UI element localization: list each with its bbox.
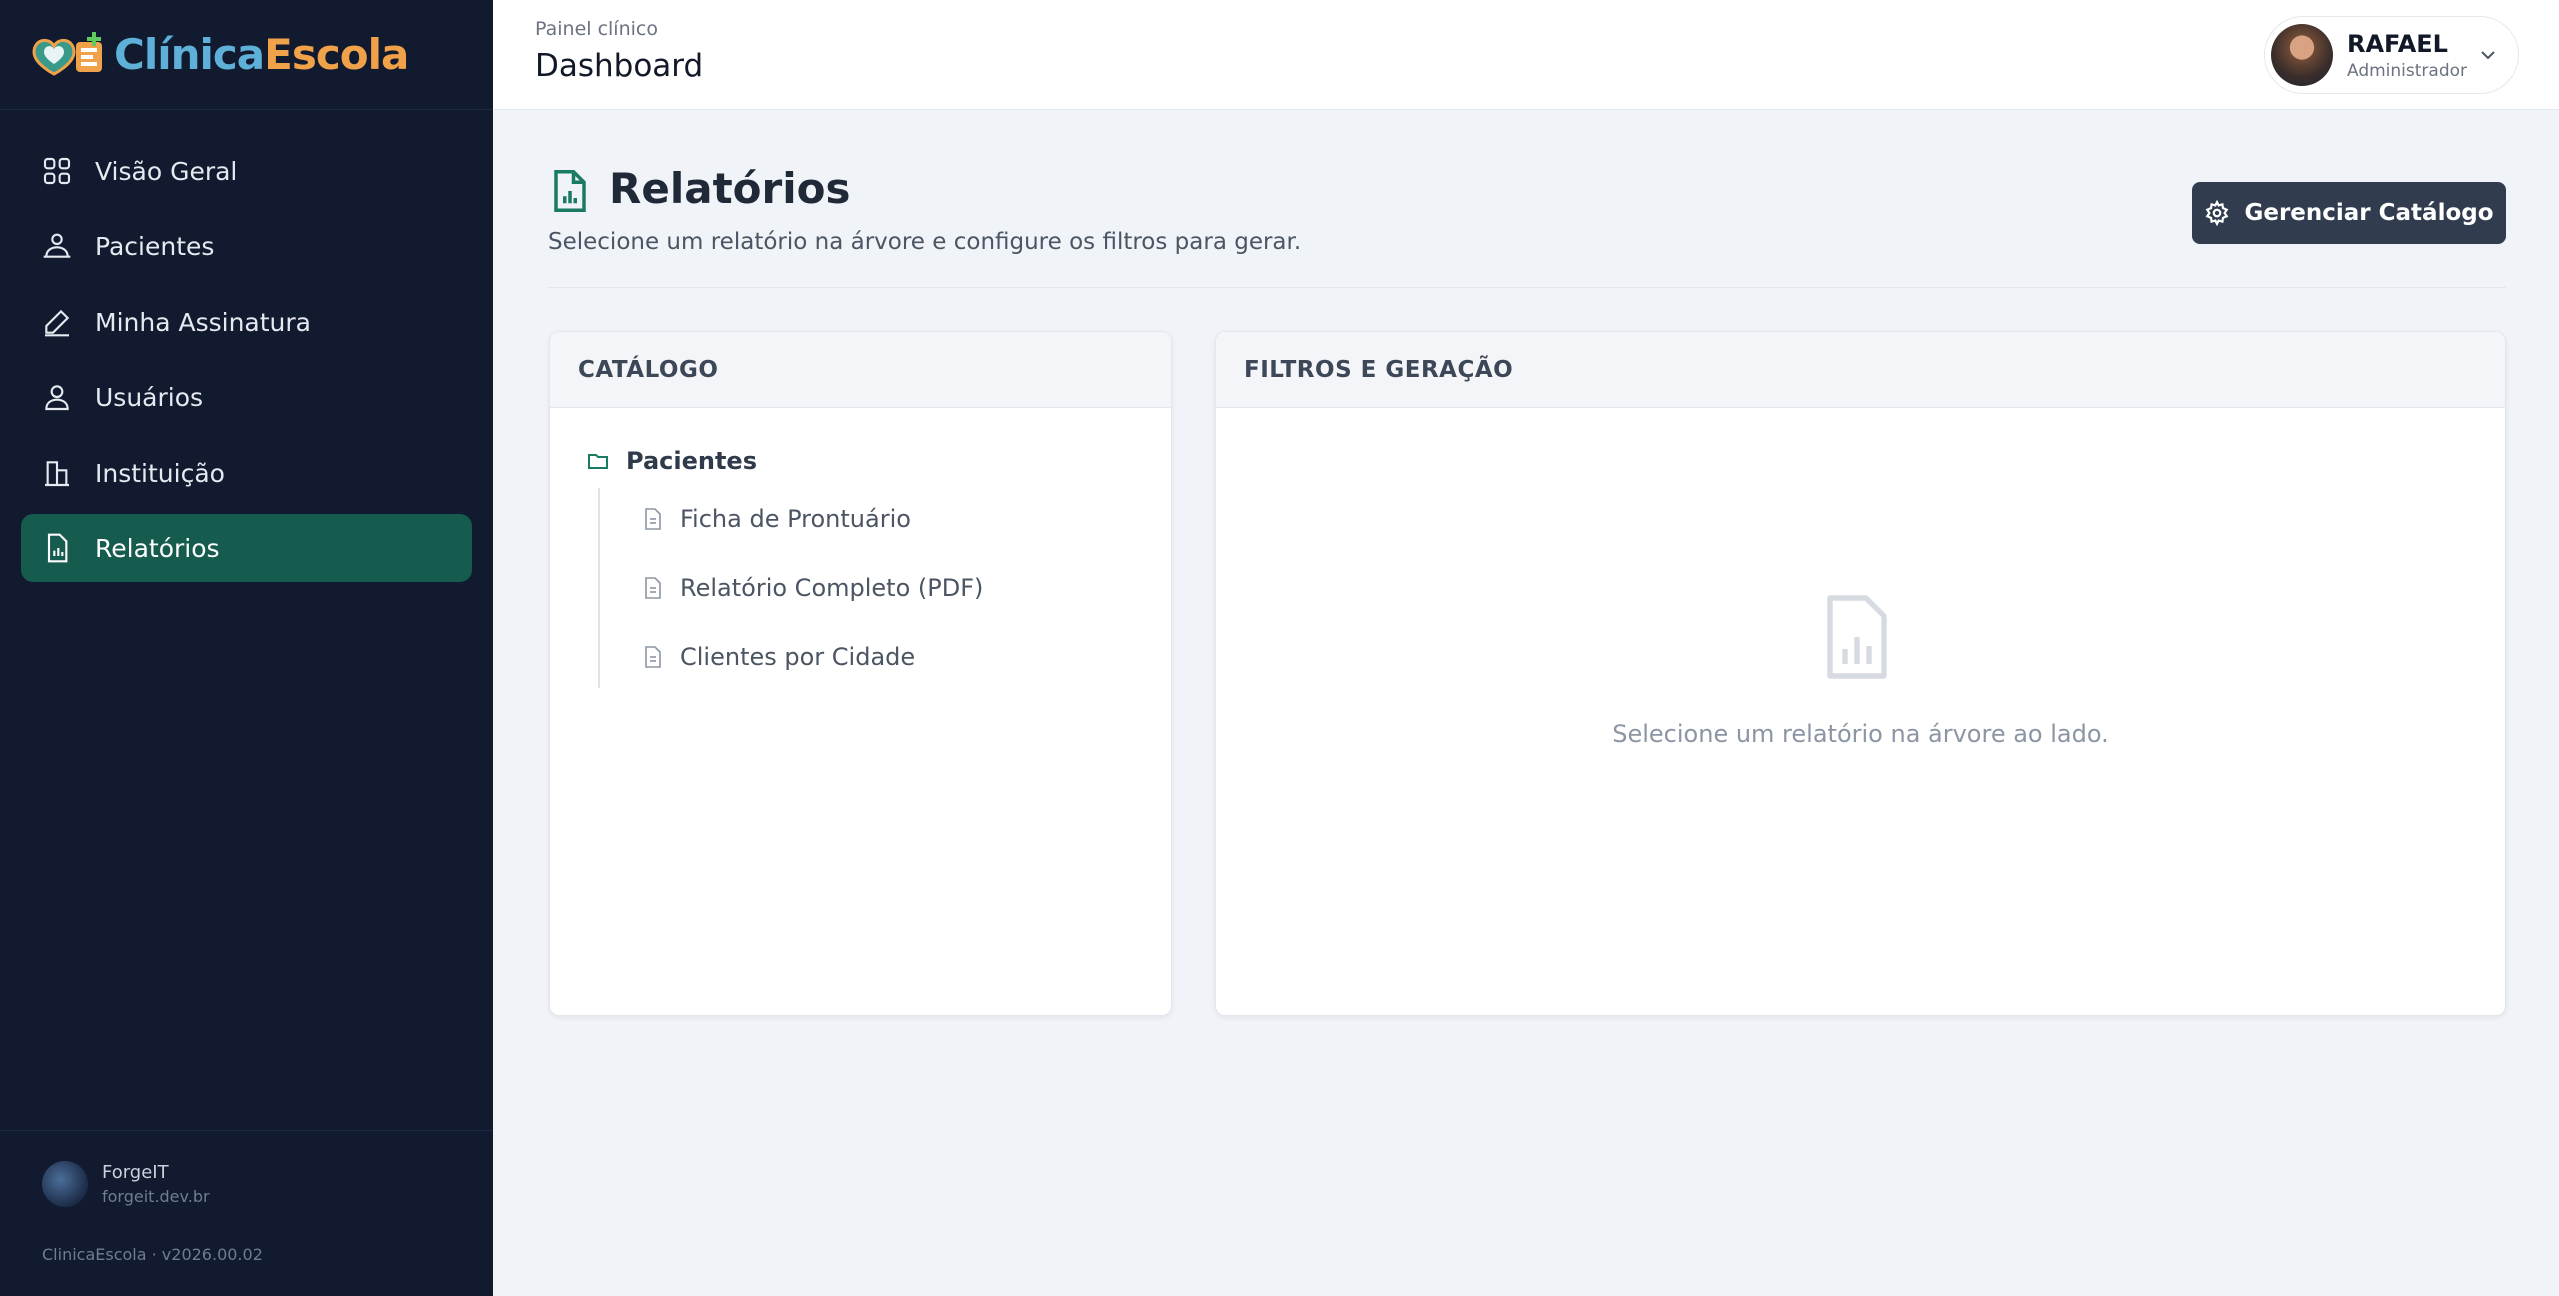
filters-panel: FILTROS E GERAÇÃO Selecione um relatório…: [1215, 331, 2506, 1016]
tree-folder-label: Pacientes: [626, 447, 757, 475]
tree-item-label: Clientes por Cidade: [680, 643, 916, 671]
sidebar-item-label: Visão Geral: [95, 156, 238, 186]
sidebar-item-label: Instituição: [95, 458, 225, 488]
building-icon: [45, 461, 69, 487]
sidebar-item-label: Minha Assinatura: [95, 307, 311, 337]
user-icon: [45, 385, 69, 411]
page-header-title: Dashboard: [535, 48, 704, 84]
brand-name: ClínicaEscola: [114, 30, 409, 79]
folder-icon: [588, 454, 608, 469]
topbar: Painel clínico Dashboard RAFAEL Administ…: [493, 0, 2559, 110]
forgeit-name: ForgeIT: [102, 1162, 169, 1183]
sidebar-item-instituicao[interactable]: Instituição: [21, 439, 472, 507]
user-name: RAFAEL: [2347, 29, 2448, 58]
report-icon: [554, 170, 586, 212]
grid-icon: [43, 157, 71, 185]
tree-guide-line: [598, 488, 600, 688]
sidebar-item-usuarios[interactable]: Usuários: [21, 363, 472, 431]
catalog-header: CATÁLOGO: [550, 332, 1171, 408]
logo-mark-icon: [30, 30, 108, 80]
tree-item-relatorio-completo[interactable]: Relatório Completo (PDF): [642, 574, 983, 602]
tree-folder-pacientes[interactable]: Pacientes: [586, 447, 757, 475]
sidebar-item-label: Pacientes: [95, 231, 215, 261]
sidebar: ClínicaEscola Visão Geral Pacientes Minh…: [0, 0, 493, 1296]
tree-item-ficha-prontuario[interactable]: Ficha de Prontuário: [642, 505, 911, 533]
manage-catalog-button[interactable]: Gerenciar Catálogo: [2192, 182, 2506, 244]
page-title: Relatórios: [609, 164, 851, 213]
user-role: Administrador: [2347, 60, 2468, 81]
avatar: [2271, 24, 2333, 86]
report-placeholder-icon: [1827, 595, 1887, 679]
forgeit-logo-icon: [42, 1161, 88, 1207]
document-icon: [645, 646, 661, 668]
pen-icon: [45, 309, 70, 337]
brand-logo[interactable]: ClínicaEscola: [0, 0, 493, 110]
tree-item-clientes-cidade[interactable]: Clientes por Cidade: [642, 643, 915, 671]
breadcrumb: Painel clínico: [535, 18, 658, 40]
user-menu[interactable]: RAFAEL Administrador: [2264, 16, 2519, 94]
sidebar-nav: Visão Geral Pacientes Minha Assinatura U…: [0, 110, 493, 582]
sidebar-item-minha-assinatura[interactable]: Minha Assinatura: [21, 288, 472, 356]
report-icon: [47, 533, 68, 563]
sidebar-item-label: Usuários: [95, 382, 204, 412]
sidebar-item-pacientes[interactable]: Pacientes: [21, 212, 472, 280]
gear-icon: [2206, 200, 2229, 226]
sidebar-item-visao-geral[interactable]: Visão Geral: [21, 137, 472, 205]
document-icon: [645, 577, 661, 599]
filters-header: FILTROS E GERAÇÃO: [1216, 332, 2505, 408]
forgeit-url: forgeit.dev.br: [102, 1187, 210, 1206]
app-version: ClinicaEscola · v2026.00.02: [42, 1245, 263, 1264]
empty-state-text: Selecione um relatório na árvore ao lado…: [1612, 720, 2109, 748]
brand-name-part2: Escola: [264, 30, 409, 79]
document-icon: [645, 508, 661, 530]
patients-icon: [43, 233, 71, 258]
sidebar-item-relatorios[interactable]: Relatórios: [21, 514, 472, 582]
sidebar-footer: ForgeIT forgeit.dev.br ClinicaEscola · v…: [0, 1130, 493, 1264]
tree-item-label: Relatório Completo (PDF): [680, 574, 984, 602]
catalog-panel: CATÁLOGO Pacientes Ficha de Prontuário R…: [549, 331, 1172, 1016]
forgeit-link[interactable]: ForgeIT forgeit.dev.br: [42, 1161, 210, 1207]
brand-name-part1: Clínica: [114, 30, 265, 79]
tree-item-label: Ficha de Prontuário: [680, 505, 911, 533]
manage-catalog-label: Gerenciar Catálogo: [2244, 200, 2494, 226]
sidebar-item-label: Relatórios: [95, 533, 220, 563]
divider: [548, 287, 2506, 288]
chevron-down-icon: [2481, 51, 2495, 60]
page-subtitle: Selecione um relatório na árvore e confi…: [548, 229, 1302, 255]
